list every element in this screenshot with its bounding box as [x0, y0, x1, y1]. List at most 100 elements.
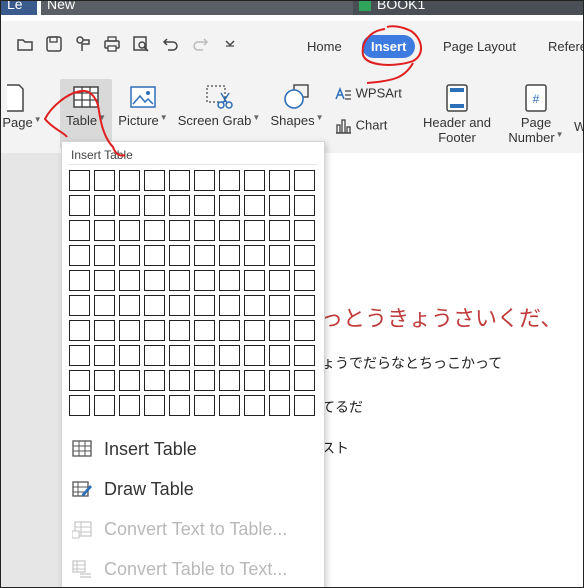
grid-cell[interactable]	[194, 320, 215, 341]
page-number-button[interactable]: # Page Number▼	[506, 83, 566, 145]
grid-cell[interactable]	[69, 220, 90, 241]
wpsart-button[interactable]: WPSArt	[334, 85, 406, 103]
grid-cell[interactable]	[294, 245, 315, 266]
grid-cell[interactable]	[94, 395, 115, 416]
grid-cell[interactable]	[269, 345, 290, 366]
grid-cell[interactable]	[219, 395, 240, 416]
grid-cell[interactable]	[69, 370, 90, 391]
grid-cell[interactable]	[269, 295, 290, 316]
grid-cell[interactable]	[169, 270, 190, 291]
grid-cell[interactable]	[194, 395, 215, 416]
grid-cell[interactable]	[144, 395, 165, 416]
open-folder-icon[interactable]	[16, 35, 34, 53]
print-preview-icon[interactable]	[132, 35, 150, 53]
grid-cell[interactable]	[219, 220, 240, 241]
screen-grab-button[interactable]: Screen Grab▼	[177, 83, 261, 128]
grid-cell[interactable]	[119, 220, 140, 241]
grid-cell[interactable]	[194, 245, 215, 266]
grid-cell[interactable]	[269, 370, 290, 391]
grid-cell[interactable]	[244, 370, 265, 391]
grid-cell[interactable]	[294, 170, 315, 191]
tab-home[interactable]: Home	[307, 39, 342, 54]
grid-cell[interactable]	[219, 295, 240, 316]
cut-off-button[interactable]: W	[574, 119, 583, 134]
grid-cell[interactable]	[269, 245, 290, 266]
grid-cell[interactable]	[94, 345, 115, 366]
grid-cell[interactable]	[194, 370, 215, 391]
undo-icon[interactable]	[162, 35, 180, 53]
grid-cell[interactable]	[144, 295, 165, 316]
grid-cell[interactable]	[119, 245, 140, 266]
grid-cell[interactable]	[169, 295, 190, 316]
grid-cell[interactable]	[269, 320, 290, 341]
grid-cell[interactable]	[294, 220, 315, 241]
grid-cell[interactable]	[244, 270, 265, 291]
chart-button[interactable]: Chart	[334, 117, 406, 135]
print-icon[interactable]	[103, 35, 121, 53]
grid-cell[interactable]	[294, 370, 315, 391]
grid-cell[interactable]	[269, 220, 290, 241]
grid-cell[interactable]	[119, 320, 140, 341]
grid-cell[interactable]	[69, 195, 90, 216]
document-tab[interactable]: Le	[1, 1, 37, 15]
grid-cell[interactable]	[69, 345, 90, 366]
grid-cell[interactable]	[69, 270, 90, 291]
grid-cell[interactable]	[144, 170, 165, 191]
grid-cell[interactable]	[94, 370, 115, 391]
tab-insert[interactable]: Insert	[362, 35, 416, 58]
convert-table-to-text-item[interactable]: Convert Table to Text...	[72, 555, 287, 583]
grid-cell[interactable]	[294, 320, 315, 341]
grid-cell[interactable]	[269, 270, 290, 291]
picture-button[interactable]: Picture▼	[114, 83, 172, 128]
convert-text-to-table-item[interactable]: Convert Text to Table...	[72, 515, 287, 543]
blank-page-button[interactable]: Page▼	[1, 83, 43, 130]
grid-cell[interactable]	[194, 295, 215, 316]
grid-cell[interactable]	[69, 295, 90, 316]
grid-cell[interactable]	[94, 270, 115, 291]
grid-cell[interactable]	[144, 245, 165, 266]
grid-cell[interactable]	[144, 220, 165, 241]
format-painter-icon[interactable]	[74, 35, 92, 53]
grid-cell[interactable]	[294, 195, 315, 216]
grid-cell[interactable]	[244, 195, 265, 216]
grid-cell[interactable]	[69, 245, 90, 266]
grid-cell[interactable]	[219, 370, 240, 391]
grid-cell[interactable]	[244, 170, 265, 191]
grid-cell[interactable]	[244, 220, 265, 241]
grid-cell[interactable]	[94, 220, 115, 241]
grid-cell[interactable]	[244, 245, 265, 266]
grid-cell[interactable]	[194, 345, 215, 366]
grid-cell[interactable]	[69, 320, 90, 341]
draw-table-item[interactable]: Draw Table	[72, 475, 194, 503]
document-tab-new[interactable]: New	[41, 1, 353, 15]
grid-cell[interactable]	[219, 320, 240, 341]
grid-cell[interactable]	[94, 170, 115, 191]
grid-cell[interactable]	[219, 245, 240, 266]
grid-cell[interactable]	[69, 395, 90, 416]
grid-cell[interactable]	[144, 370, 165, 391]
grid-cell[interactable]	[194, 195, 215, 216]
redo-icon[interactable]	[191, 35, 209, 53]
document-tab-book1[interactable]: BOOK1	[353, 1, 583, 15]
grid-cell[interactable]	[119, 345, 140, 366]
header-footer-button[interactable]: Header and Footer	[417, 83, 497, 145]
grid-cell[interactable]	[144, 320, 165, 341]
grid-cell[interactable]	[294, 270, 315, 291]
grid-cell[interactable]	[119, 170, 140, 191]
grid-cell[interactable]	[219, 270, 240, 291]
grid-cell[interactable]	[119, 395, 140, 416]
grid-cell[interactable]	[219, 170, 240, 191]
grid-cell[interactable]	[294, 395, 315, 416]
insert-table-item[interactable]: Insert Table	[72, 435, 197, 463]
grid-cell[interactable]	[194, 220, 215, 241]
grid-cell[interactable]	[194, 270, 215, 291]
grid-cell[interactable]	[269, 170, 290, 191]
grid-cell[interactable]	[194, 170, 215, 191]
grid-cell[interactable]	[294, 345, 315, 366]
grid-cell[interactable]	[119, 370, 140, 391]
grid-cell[interactable]	[244, 320, 265, 341]
grid-cell[interactable]	[244, 345, 265, 366]
grid-cell[interactable]	[294, 295, 315, 316]
grid-cell[interactable]	[144, 345, 165, 366]
grid-cell[interactable]	[169, 195, 190, 216]
